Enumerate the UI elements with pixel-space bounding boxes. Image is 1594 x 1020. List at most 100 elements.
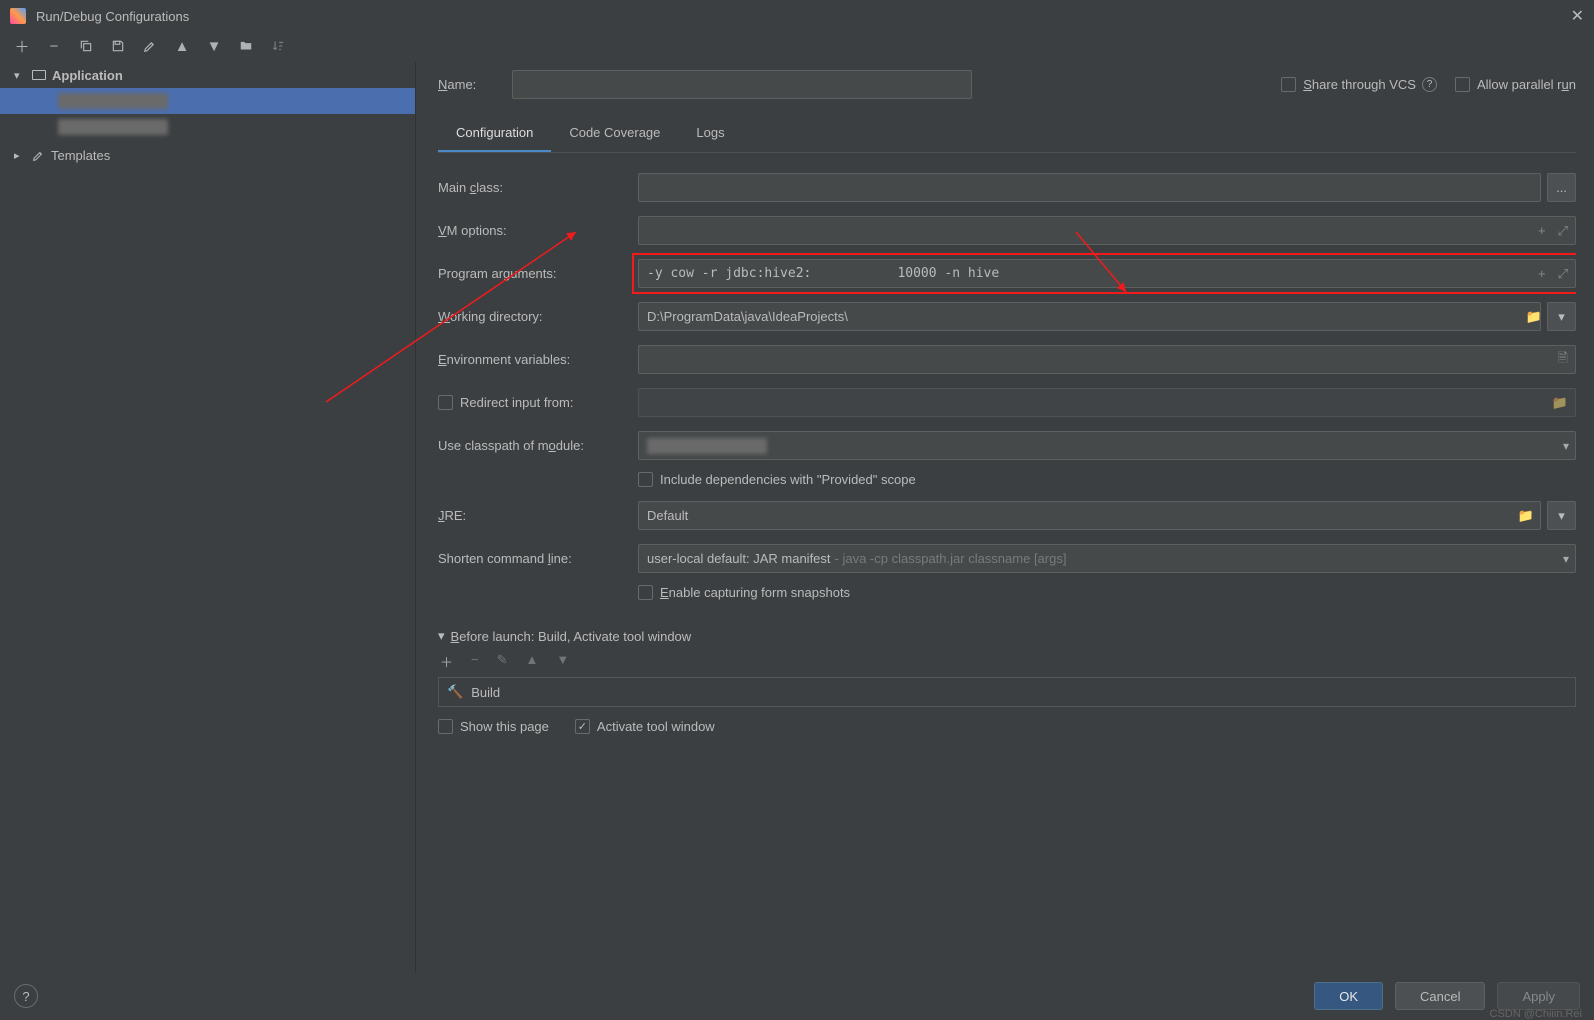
insert-macro-icon[interactable]: + <box>1538 223 1546 239</box>
tab-bar: Configuration Code Coverage Logs <box>438 115 1576 153</box>
chevron-down-icon: ▾ <box>14 69 26 82</box>
jre-label: JRE: <box>438 508 638 523</box>
env-vars-input[interactable] <box>638 345 1576 374</box>
tree-node-templates[interactable]: ▸ Templates <box>0 142 415 168</box>
expand-field-icon[interactable]: ⤢ <box>1558 266 1568 282</box>
classpath-module-combo[interactable]: ▾ <box>638 431 1576 460</box>
bl-edit-button[interactable]: ✎ <box>497 652 508 671</box>
vm-options-input[interactable] <box>638 216 1576 245</box>
chevron-down-icon: ▾ <box>1563 552 1569 566</box>
program-args-input[interactable] <box>638 259 1576 288</box>
apply-button[interactable]: Apply <box>1497 982 1580 1010</box>
jre-combo[interactable]: Default 📁 <box>638 501 1541 530</box>
tab-code-coverage[interactable]: Code Coverage <box>551 115 678 152</box>
name-input[interactable] <box>512 70 972 99</box>
tab-logs[interactable]: Logs <box>678 115 742 152</box>
redirect-browse-icon[interactable]: 📁 <box>1552 395 1568 411</box>
bl-up-button[interactable]: ▲ <box>526 652 539 671</box>
help-icon[interactable]: ? <box>1422 77 1437 92</box>
help-button[interactable]: ? <box>14 984 38 1008</box>
app-icon <box>10 8 26 24</box>
move-up-button[interactable]: ▲ <box>172 36 192 56</box>
application-group-label: Application <box>52 68 123 83</box>
working-dir-dropdown[interactable]: ▾ <box>1547 302 1576 331</box>
move-down-button[interactable]: ▼ <box>204 36 224 56</box>
expand-field-icon[interactable]: ⤢ <box>1558 223 1568 239</box>
tab-configuration[interactable]: Configuration <box>438 115 551 152</box>
main-class-label: Main class: <box>438 180 638 195</box>
sort-button[interactable] <box>268 36 288 56</box>
tree-item-selected[interactable] <box>0 88 415 114</box>
config-toolbar: ＋ − ▲ ▼ <box>0 32 1594 62</box>
edit-templates-button[interactable] <box>140 36 160 56</box>
cancel-button[interactable]: Cancel <box>1395 982 1485 1010</box>
application-group-icon <box>32 70 46 80</box>
include-dep-checkbox[interactable] <box>638 472 653 487</box>
show-page-label: Show this page <box>460 719 549 734</box>
dialog-footer: ? OK Cancel Apply <box>0 972 1594 1020</box>
build-label: Build <box>471 685 500 700</box>
program-args-label: Program arguments: <box>438 266 638 281</box>
title-bar: Run/Debug Configurations ✕ <box>0 0 1594 32</box>
config-form: Name: Share through VCS? Allow parallel … <box>416 62 1594 972</box>
before-launch-item[interactable]: 🔨 Build <box>439 678 1575 706</box>
redirect-input-checkbox[interactable] <box>438 395 453 410</box>
show-page-checkbox[interactable] <box>438 719 453 734</box>
insert-macro-icon[interactable]: + <box>1538 266 1546 282</box>
before-launch-list: 🔨 Build <box>438 677 1576 707</box>
env-vars-label: Environment variables: <box>438 352 638 367</box>
before-launch-label: Before launch: Build, Activate tool wind… <box>451 629 692 644</box>
copy-config-button[interactable] <box>76 36 96 56</box>
bl-add-button[interactable]: ＋ <box>440 652 453 671</box>
classpath-label: Use classpath of module: <box>438 438 638 453</box>
working-dir-input[interactable] <box>638 302 1541 331</box>
chevron-right-icon: ▸ <box>14 149 26 162</box>
vm-options-label: VM options: <box>438 223 638 238</box>
activate-tool-checkbox[interactable] <box>575 719 590 734</box>
jre-value: Default <box>647 508 688 523</box>
save-config-button[interactable] <box>108 36 128 56</box>
name-label: Name: <box>438 77 494 92</box>
bl-down-button[interactable]: ▼ <box>556 652 569 671</box>
redirect-input-label: Redirect input from: <box>460 395 573 410</box>
config-tree-panel: ▾ Application ▸ Templates <box>0 62 416 972</box>
working-dir-label: Working directory: <box>438 309 638 324</box>
allow-parallel-label: Allow parallel run <box>1477 77 1576 92</box>
main-class-browse-button[interactable]: ... <box>1547 173 1576 202</box>
chevron-down-icon: ▾ <box>438 628 445 644</box>
shorten-cmd-label: Shorten command line: <box>438 551 638 566</box>
add-config-button[interactable]: ＋ <box>12 36 32 56</box>
env-vars-edit-icon[interactable]: 🗎 <box>1558 349 1568 371</box>
jre-dropdown[interactable]: ▾ <box>1547 501 1576 530</box>
enable-snapshots-checkbox[interactable] <box>638 585 653 600</box>
remove-config-button[interactable]: − <box>44 36 64 56</box>
activate-tool-label: Activate tool window <box>597 719 715 734</box>
templates-label: Templates <box>51 148 110 163</box>
close-icon[interactable]: ✕ <box>1571 6 1584 26</box>
main-class-input[interactable] <box>638 173 1541 202</box>
chevron-down-icon: ▾ <box>1563 439 1569 453</box>
allow-parallel-checkbox[interactable] <box>1455 77 1470 92</box>
folder-button[interactable] <box>236 36 256 56</box>
templates-wrench-icon <box>32 149 45 162</box>
redirect-input-field[interactable] <box>638 388 1576 417</box>
watermark-text: CSDN @Chiiin.Rei <box>1490 1008 1582 1020</box>
shorten-value: user-local default: JAR manifest <box>647 551 831 566</box>
include-dep-label: Include dependencies with "Provided" sco… <box>660 472 916 487</box>
tree-item[interactable] <box>0 114 415 140</box>
tree-node-application[interactable]: ▾ Application <box>0 62 415 88</box>
shorten-cmd-combo[interactable]: user-local default: JAR manifest - java … <box>638 544 1576 573</box>
before-launch-header[interactable]: ▾ Before launch: Build, Activate tool win… <box>438 628 1576 644</box>
shorten-grey: - java -cp classpath.jar classname [args… <box>835 551 1067 566</box>
share-vcs-checkbox[interactable] <box>1281 77 1296 92</box>
window-title: Run/Debug Configurations <box>36 9 189 24</box>
browse-dir-icon[interactable]: 📁 <box>1526 309 1542 325</box>
ok-button[interactable]: OK <box>1314 982 1383 1010</box>
share-vcs-label: Share through VCS <box>1303 77 1416 92</box>
hammer-icon: 🔨 <box>447 684 463 700</box>
enable-snapshots-label: Enable capturing form snapshots <box>660 585 850 600</box>
redacted-config-name <box>58 119 168 135</box>
redacted-config-name <box>58 93 168 109</box>
jre-browse-icon[interactable]: 📁 <box>1518 508 1534 524</box>
bl-remove-button[interactable]: − <box>471 652 479 671</box>
